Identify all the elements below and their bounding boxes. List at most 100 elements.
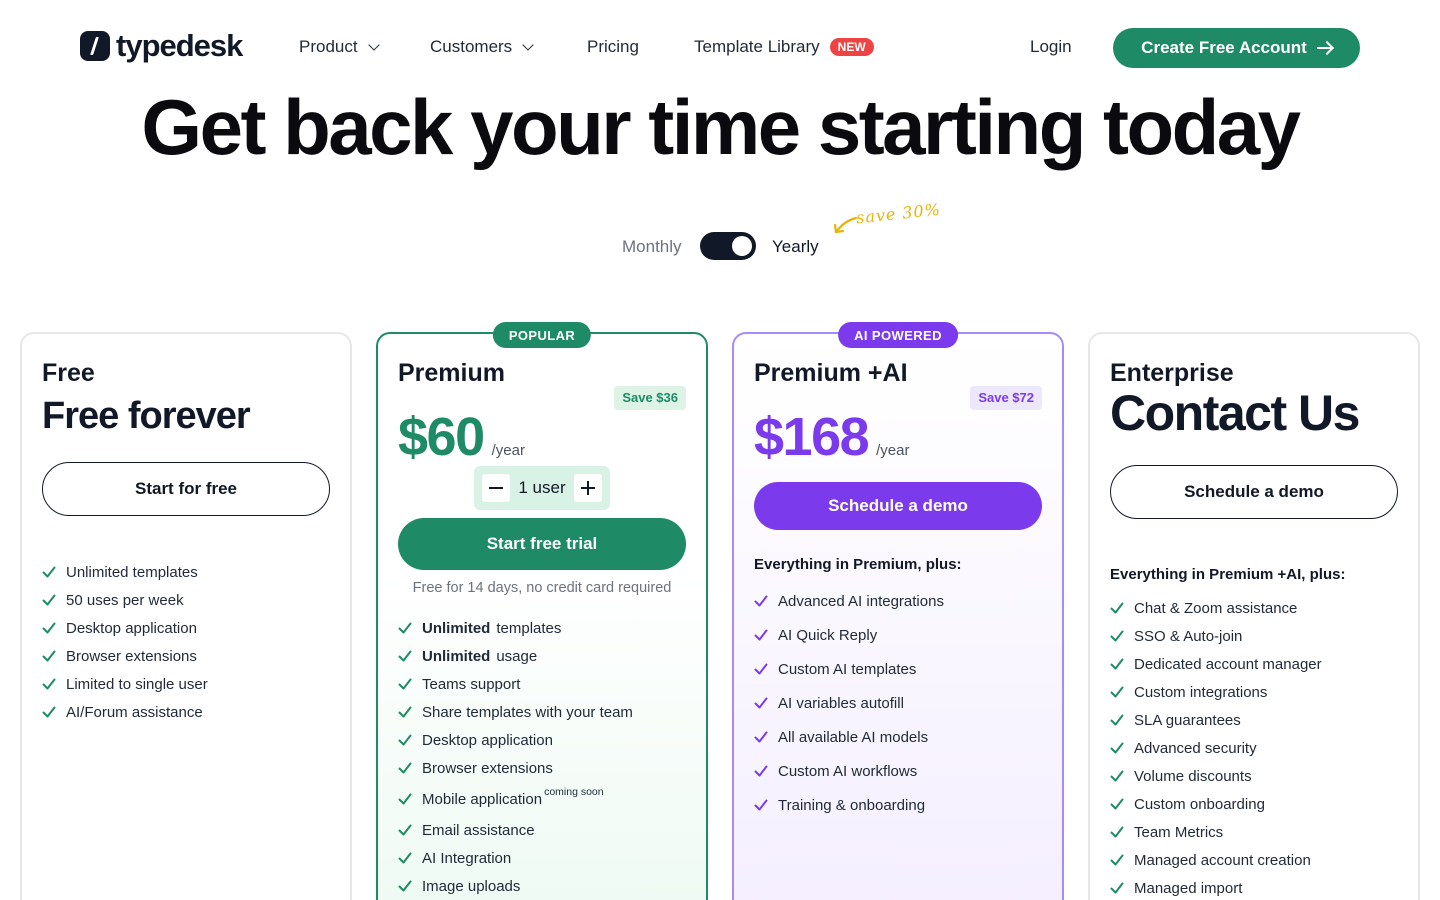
start-for-free-button[interactable]: Start for free <box>42 462 330 516</box>
plan-subtitle: Contact Us <box>1110 385 1360 441</box>
nav-customers-label: Customers <box>430 37 513 56</box>
ai-powered-ribbon: AI POWERED <box>838 322 958 348</box>
feature-text: Chat & Zoom assistance <box>1134 599 1298 617</box>
feature-item: Share templates with your team <box>398 698 633 726</box>
check-icon <box>398 824 412 836</box>
feature-text: Browser extensions <box>66 647 197 665</box>
check-icon <box>42 566 56 578</box>
feature-text: SSO & Auto-join <box>1134 627 1243 645</box>
typedesk-logo-icon <box>80 31 110 61</box>
billing-yearly-label[interactable]: Yearly <box>772 236 819 258</box>
plan-subtitle: Free forever <box>42 395 251 437</box>
chevron-down-icon <box>367 39 380 51</box>
feature-text: Advanced security <box>1134 739 1257 757</box>
feature-text: Managed account creation <box>1134 851 1311 869</box>
feature-text: Custom onboarding <box>1134 795 1265 813</box>
billing-switch[interactable] <box>700 232 756 260</box>
start-free-trial-button[interactable]: Start free trial <box>398 518 686 570</box>
feature-item: Teams support <box>398 670 633 698</box>
feature-item: Image uploads <box>398 872 633 900</box>
feature-item: Managed account creation <box>1110 846 1322 874</box>
feature-item: Advanced AI integrations <box>754 584 944 618</box>
nav-customers[interactable]: Customers <box>430 36 534 58</box>
schedule-demo-button[interactable]: Schedule a demo <box>754 482 1042 530</box>
feature-text: AI variables autofill <box>778 694 904 712</box>
plan-card-premium-ai: AI POWERED Premium +AI Save $72 $168 /ye… <box>732 322 1064 900</box>
check-icon <box>398 678 412 690</box>
feature-item: Browser extensions <box>398 754 633 782</box>
feature-text: Volume discounts <box>1134 767 1252 785</box>
feature-emphasis: Unlimited <box>422 647 491 665</box>
feature-item: Dedicated account manager <box>1110 650 1322 678</box>
feature-item: Mobile application coming soon <box>398 782 633 816</box>
check-icon <box>398 880 412 892</box>
feature-text: Advanced AI integrations <box>778 592 944 610</box>
feature-item: Training & onboarding <box>754 788 944 822</box>
check-icon <box>1110 770 1124 782</box>
check-icon <box>754 731 768 743</box>
feature-list: Chat & Zoom assistance SSO & Auto-join Ded… <box>1110 594 1322 900</box>
feature-text: Desktop application <box>66 619 197 637</box>
feature-text: AI Integration <box>422 849 512 867</box>
schedule-demo-button[interactable]: Schedule a demo <box>1110 465 1398 519</box>
plan-card-enterprise: Enterprise Contact Us Schedule a demo Ev… <box>1088 332 1420 900</box>
check-icon <box>1110 798 1124 810</box>
feature-item: Limited to single user <box>42 670 208 698</box>
user-count-value: 1 user <box>518 478 566 497</box>
feature-text: Custom AI templates <box>778 660 917 678</box>
feature-item: Custom AI templates <box>754 652 944 686</box>
feature-text: templates <box>496 619 562 637</box>
feature-item: Desktop application <box>398 726 633 754</box>
nav-pricing[interactable]: Pricing <box>587 36 639 58</box>
check-icon <box>1110 882 1124 894</box>
nav-product[interactable]: Product <box>299 36 380 58</box>
hero-title: Get back your time starting today <box>0 86 1440 168</box>
check-icon <box>1110 630 1124 642</box>
check-icon <box>42 650 56 662</box>
plan-name: Enterprise <box>1110 359 1234 387</box>
login-link[interactable]: Login <box>1030 36 1072 58</box>
new-badge: NEW <box>829 38 874 56</box>
chevron-down-icon <box>522 39 534 51</box>
nav-template-library-label: Template Library <box>694 37 820 56</box>
feature-text: AI/Forum assistance <box>66 703 203 721</box>
increment-users-button[interactable] <box>574 474 602 502</box>
nav-template-library[interactable]: Template Library NEW <box>694 36 874 58</box>
feature-item: Custom integrations <box>1110 678 1322 706</box>
feature-text: Share templates with your team <box>422 703 633 721</box>
feature-emphasis: Unlimited <box>422 619 491 637</box>
create-free-account-button[interactable]: Create Free Account <box>1113 28 1360 68</box>
feature-item: Unlimited templates <box>42 558 208 586</box>
decrement-users-button[interactable] <box>482 474 510 502</box>
feature-text: Team Metrics <box>1134 823 1224 841</box>
check-icon <box>754 595 768 607</box>
feature-item: 50 uses per week <box>42 586 208 614</box>
feature-item: AI variables autofill <box>754 686 944 720</box>
billing-monthly-label[interactable]: Monthly <box>622 236 682 258</box>
feature-text: Custom integrations <box>1134 683 1268 701</box>
check-icon <box>42 678 56 690</box>
hero-title-highlight-text: today <box>1103 83 1301 171</box>
popular-ribbon: POPULAR <box>492 322 592 348</box>
check-icon <box>754 765 768 777</box>
feature-text: Training & onboarding <box>778 796 926 814</box>
feature-text: SLA guarantees <box>1134 711 1241 729</box>
check-icon <box>398 706 412 718</box>
plan-card-premium: POPULAR Premium Save $36 $60 /year 1 use… <box>376 322 708 900</box>
hero-title-highlight: today <box>1103 83 1301 171</box>
billing-period-toggle: Monthly Yearly <box>0 232 1440 262</box>
feature-item: SLA guarantees <box>1110 706 1322 734</box>
plan-name: Premium <box>398 359 505 387</box>
typedesk-logo[interactable]: typedesk <box>80 30 243 62</box>
arrow-right-icon <box>1316 47 1332 49</box>
curved-arrow-icon <box>833 216 858 234</box>
feature-item: Managed import <box>1110 874 1322 900</box>
check-icon <box>754 663 768 675</box>
save-badge: Save $72 <box>970 386 1042 410</box>
feature-text: AI Quick Reply <box>778 626 878 644</box>
plan-name: Premium +AI <box>754 359 908 387</box>
check-icon <box>398 622 412 634</box>
price-period: /year <box>876 442 910 459</box>
user-count-stepper: 1 user <box>474 466 610 510</box>
check-icon <box>1110 714 1124 726</box>
